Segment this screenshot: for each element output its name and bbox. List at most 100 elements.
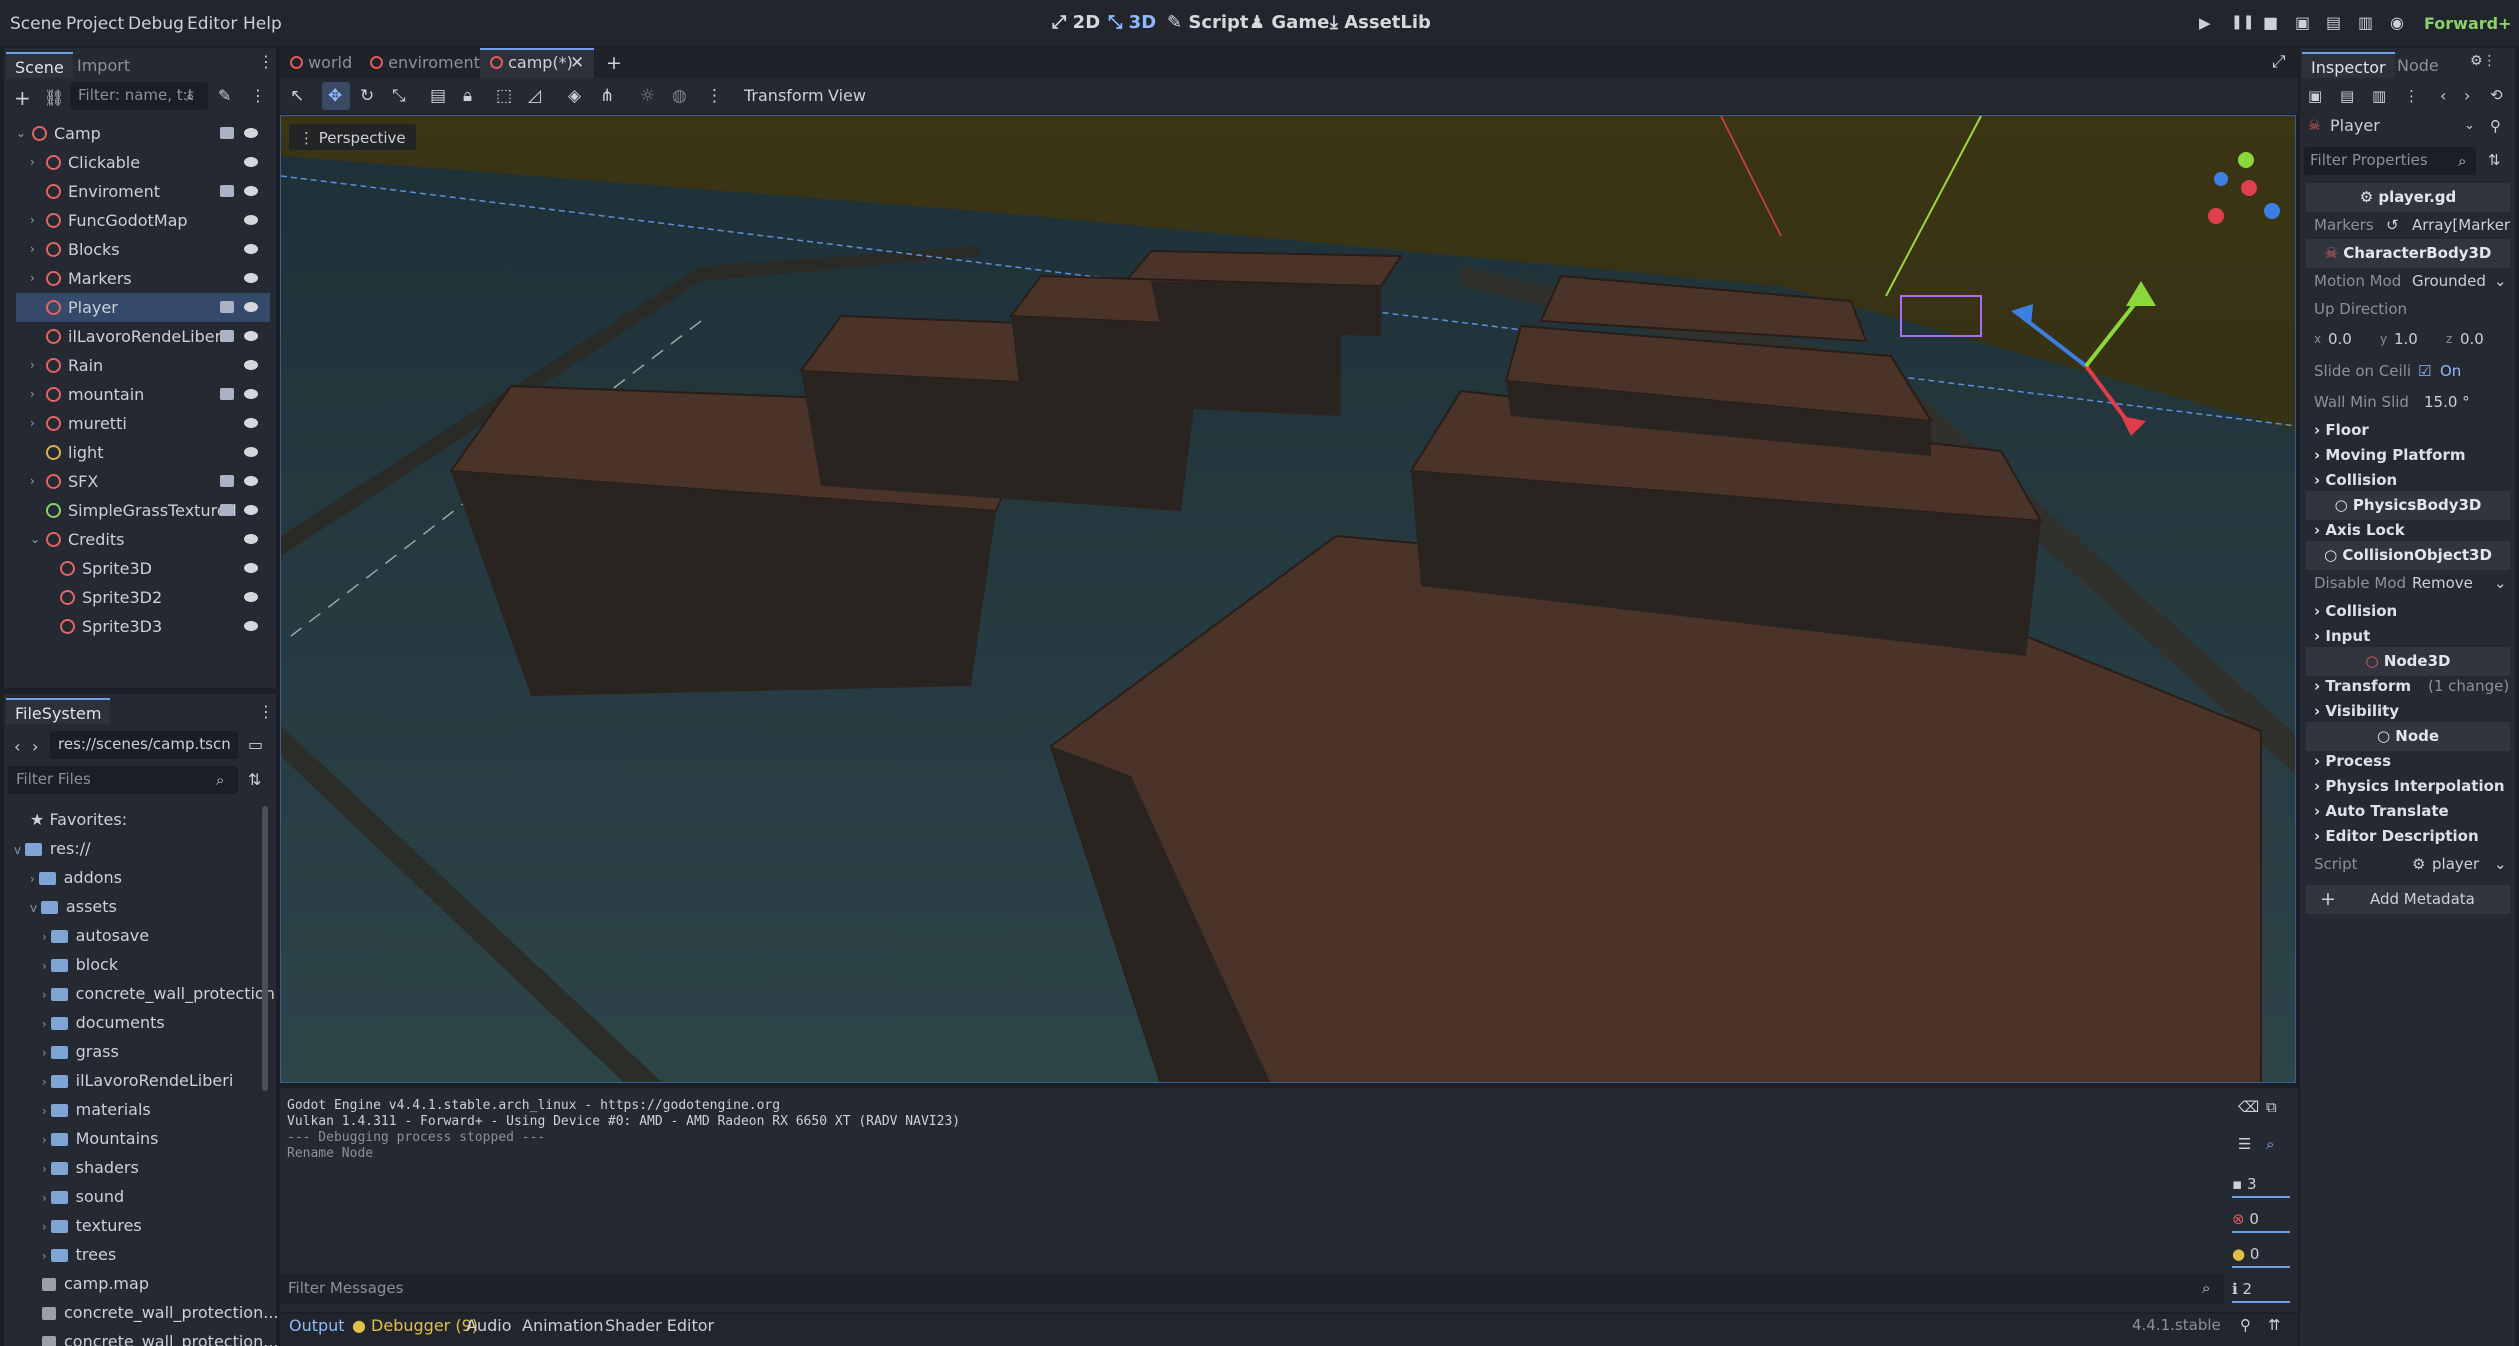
fs-item[interactable]: › concrete_wall_protection xyxy=(42,979,275,1008)
stop-icon[interactable]: ■ xyxy=(2263,13,2278,32)
chevron-icon[interactable]: › xyxy=(30,206,35,235)
fs-item[interactable]: › block xyxy=(42,950,118,979)
tree-node-blocks[interactable]: › Blocks xyxy=(16,235,270,264)
script-icon[interactable] xyxy=(220,330,234,342)
perspective-menu[interactable]: ⋮ Perspective xyxy=(289,124,416,150)
transform-menu[interactable]: Transform xyxy=(744,88,824,104)
fs-path-field[interactable]: res://scenes/camp.tscn xyxy=(50,731,238,759)
fs-root[interactable]: v res:// xyxy=(14,834,91,863)
remote-debug-icon[interactable]: ▣ xyxy=(2295,13,2310,32)
link-icon[interactable]: ⛓ xyxy=(44,88,64,107)
save-resource-icon[interactable]: ▥ xyxy=(2372,87,2386,105)
fs-item[interactable]: › addons xyxy=(30,863,122,892)
tab-import[interactable]: Import xyxy=(68,52,139,78)
tab-node[interactable]: Node xyxy=(2388,52,2448,78)
fs-item[interactable]: › sound xyxy=(42,1182,124,1211)
tree-node-muretti[interactable]: › muretti xyxy=(16,409,270,438)
play-icon[interactable]: ▶ xyxy=(2199,14,2211,32)
visibility-icon[interactable] xyxy=(244,157,258,167)
script-property[interactable]: Script ⚙ player ⌄ xyxy=(2306,850,2510,879)
scene-menu-icon[interactable]: ⋮ xyxy=(250,86,266,105)
visibility-icon[interactable] xyxy=(244,186,258,196)
tree-node-light[interactable]: light xyxy=(16,438,270,467)
tree-node-sprite3d3[interactable]: Sprite3D3 xyxy=(16,612,270,641)
fs-item[interactable]: › Mountains xyxy=(42,1124,159,1153)
chevron-icon[interactable]: › xyxy=(30,148,35,177)
select-tool-icon[interactable]: ↖ xyxy=(290,86,304,106)
tree-node-simplegrasstextured[interactable]: SimpleGrassTextured xyxy=(16,496,270,525)
menu-editor[interactable]: Editor xyxy=(187,14,237,34)
tree-node-funcgodotmap[interactable]: › FuncGodotMap xyxy=(16,206,270,235)
visibility-icon[interactable] xyxy=(244,360,258,370)
chevron-icon[interactable]: › xyxy=(30,264,35,293)
filter-options-icon[interactable]: ⇅ xyxy=(2488,151,2501,169)
expand-panel-icon[interactable]: ⇈ xyxy=(2268,1316,2281,1334)
revert-icon[interactable]: ↺ xyxy=(2386,211,2399,240)
tab-animation[interactable]: Animation xyxy=(522,1318,604,1334)
list-select-icon[interactable]: ▤ xyxy=(430,86,446,106)
menu-scene[interactable]: Scene xyxy=(10,14,62,34)
tree-node-clickable[interactable]: › Clickable xyxy=(16,148,270,177)
move-tool-button[interactable]: ✥ xyxy=(322,82,350,110)
fs-item[interactable]: › materials xyxy=(42,1095,151,1124)
group-editor-description[interactable]: › Editor Description xyxy=(2306,822,2510,851)
tree-node-sprite3d[interactable]: Sprite3D xyxy=(16,554,270,583)
visibility-icon[interactable] xyxy=(244,592,258,602)
dock-menu-icon[interactable]: ⋮ xyxy=(258,52,274,71)
script-icon[interactable] xyxy=(220,504,234,516)
fs-item[interactable]: › trees xyxy=(42,1240,116,1269)
object-selector[interactable]: ☠ Player ⌄ xyxy=(2304,112,2492,140)
fs-item[interactable]: concrete_wall_protection... xyxy=(42,1327,278,1346)
warning-count-badge[interactable]: ● 0 xyxy=(2232,1240,2290,1268)
visibility-icon[interactable] xyxy=(244,621,258,631)
tree-node-sfx[interactable]: › SFX xyxy=(16,467,270,496)
tab-filesystem[interactable]: FileSystem xyxy=(6,698,111,724)
collapse-icon[interactable]: ☰ xyxy=(2238,1135,2251,1153)
visibility-icon[interactable] xyxy=(244,418,258,428)
slide-on-ceiling-property[interactable]: Slide on Ceili ☑ On xyxy=(2306,357,2510,386)
fs-item[interactable]: › shaders xyxy=(42,1153,139,1182)
scale-tool-icon[interactable]: ⤡ xyxy=(392,86,406,106)
chevron-icon[interactable]: › xyxy=(30,235,35,264)
tree-node-enviroment[interactable]: Enviroment xyxy=(16,177,270,206)
workspace-assetlib-button[interactable]: ⤓ AssetLib xyxy=(1330,12,1431,33)
wall-min-slide-property[interactable]: Wall Min Slid 15.0 ° xyxy=(2306,388,2510,417)
fs-item[interactable]: › ilLavoroRendeLiberi xyxy=(42,1066,233,1095)
play-scene-icon[interactable]: ▤ xyxy=(2326,13,2341,32)
add-node-icon[interactable]: + xyxy=(14,86,31,110)
script-icon[interactable] xyxy=(220,475,234,487)
pin-icon[interactable]: ⚲ xyxy=(2240,1316,2251,1334)
clear-output-icon[interactable]: ⌫ xyxy=(2238,1098,2259,1116)
tab-output[interactable]: Output xyxy=(289,1318,345,1334)
lock-icon[interactable]: 🔒︎ xyxy=(463,86,472,106)
disable-mode-property[interactable]: Disable Mod Remove ⌄ xyxy=(2306,569,2510,598)
snap-icon[interactable]: ⋔ xyxy=(600,86,614,106)
3d-viewport[interactable]: ⋮ Perspective xyxy=(280,115,2296,1083)
tree-node-sprite3d2[interactable]: Sprite3D2 xyxy=(16,583,270,612)
sort-icon[interactable]: ⇅ xyxy=(248,770,261,789)
workspace-script-button[interactable]: ✎ Script xyxy=(1167,12,1249,33)
distraction-free-icon[interactable]: ⤢ xyxy=(2272,52,2286,72)
renderer-select[interactable]: Forward+ xyxy=(2424,14,2512,33)
chevron-icon[interactable]: › xyxy=(30,351,35,380)
tree-node-markers[interactable]: › Markers xyxy=(16,264,270,293)
movie-maker-icon[interactable]: ◉ xyxy=(2390,13,2404,32)
workspace-game-button[interactable]: ♟ Game xyxy=(1249,12,1329,33)
local-space-icon[interactable]: ◈ xyxy=(568,86,581,106)
filter-messages-input[interactable]: Filter Messages ⌕ xyxy=(280,1274,2224,1304)
tree-node-illavororendeliberi[interactable]: ilLavoroRendeLiberi xyxy=(16,322,270,351)
script-icon[interactable] xyxy=(220,388,234,400)
chevron-icon[interactable]: › xyxy=(30,409,35,438)
error-count-badge[interactable]: ⊗ 0 xyxy=(2232,1205,2290,1233)
script-icon[interactable] xyxy=(220,127,234,139)
tab-shader-editor[interactable]: Shader Editor xyxy=(605,1318,714,1334)
add-metadata-button[interactable]: + Add Metadata xyxy=(2306,885,2510,914)
editor-message-badge[interactable]: ℹ 2 xyxy=(2232,1275,2290,1303)
more-icon[interactable]: ⋮ xyxy=(706,86,723,106)
doc-icon[interactable]: ⚲ xyxy=(2490,117,2501,135)
fs-scrollbar[interactable] xyxy=(262,806,268,1091)
visibility-icon[interactable] xyxy=(244,331,258,341)
fs-menu-icon[interactable]: ⋮ xyxy=(258,702,274,721)
pause-icon[interactable]: ❚❚ xyxy=(2231,14,2254,30)
menu-debug[interactable]: Debug xyxy=(128,14,184,34)
